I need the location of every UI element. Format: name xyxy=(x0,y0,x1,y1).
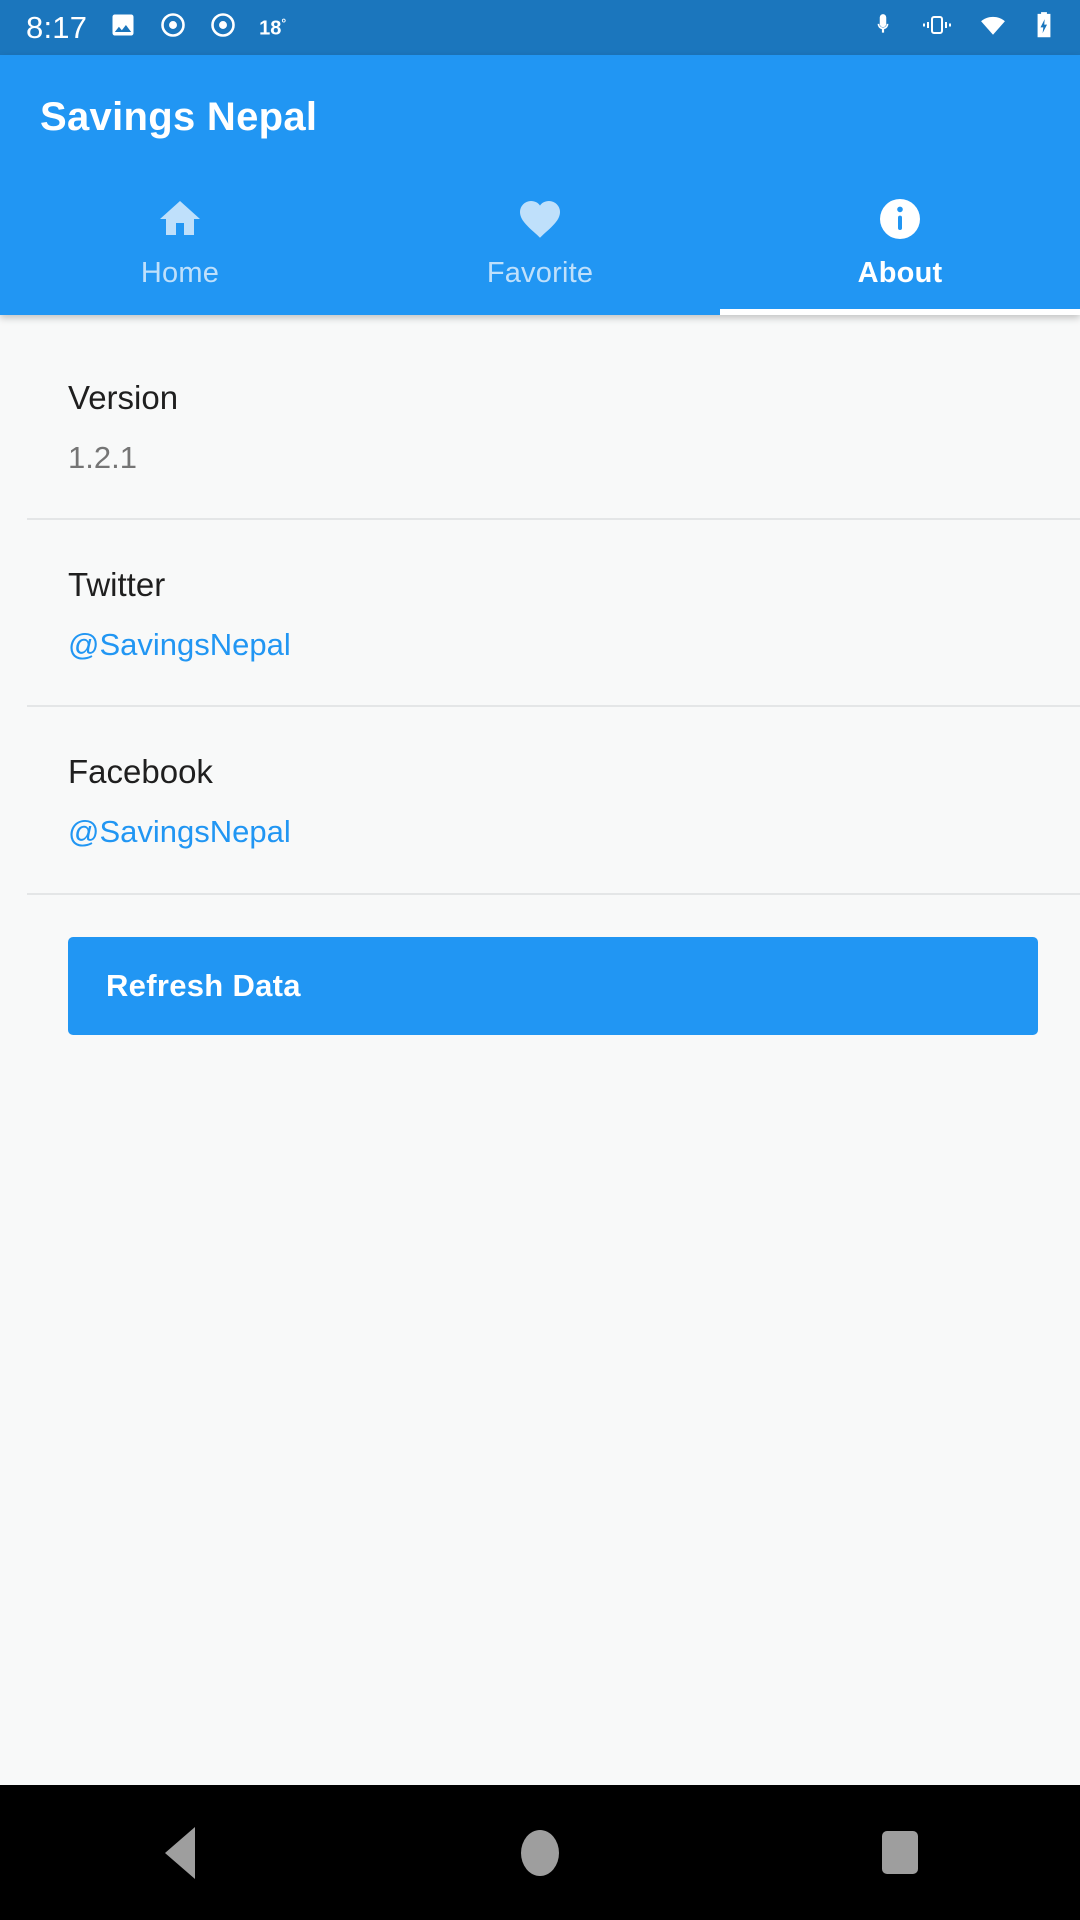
vibrate-icon xyxy=(922,12,952,43)
battery-charging-icon xyxy=(1034,11,1054,44)
app-bar: Savings Nepal Home Favorite About xyxy=(0,55,1080,315)
temperature-value: 18 xyxy=(259,17,282,40)
tab-label-about: About xyxy=(857,257,943,289)
system-navigation-bar xyxy=(0,1785,1080,1920)
heart-icon xyxy=(516,195,564,243)
home-circle-icon xyxy=(521,1829,559,1876)
list-item-title: Facebook xyxy=(68,753,213,791)
tab-bar: Home Favorite About xyxy=(0,170,1080,315)
nav-home-button[interactable] xyxy=(450,1785,630,1920)
status-clock: 8:17 xyxy=(26,10,88,45)
twitter-handle-link[interactable]: @SavingsNepal xyxy=(68,625,1080,665)
image-icon xyxy=(109,11,137,44)
tab-favorite[interactable]: Favorite xyxy=(360,170,720,315)
nav-back-button[interactable] xyxy=(90,1785,270,1920)
list-item-version[interactable]: Version 1.2.1 xyxy=(0,333,1080,518)
recents-square-icon xyxy=(882,1831,918,1874)
record-circle-icon xyxy=(159,11,187,44)
nav-recents-button[interactable] xyxy=(810,1785,990,1920)
status-bar: 8:17 18° xyxy=(0,0,1080,55)
wifi-icon xyxy=(978,12,1008,43)
back-triangle-icon xyxy=(165,1826,195,1879)
list-item-title: Twitter xyxy=(68,566,166,604)
microphone-icon xyxy=(870,12,896,43)
degree-symbol: ° xyxy=(281,15,287,30)
phone-screen: 8:17 18° Savings Nepal Home Favorite Abo… xyxy=(0,0,1080,1920)
refresh-data-button[interactable]: Refresh Data xyxy=(68,936,1038,1035)
list-item-value: 1.2.1 xyxy=(68,439,137,475)
list-item-facebook[interactable]: Facebook @SavingsNepal xyxy=(0,707,1080,892)
tab-indicator xyxy=(720,309,1080,315)
temperature-indicator: 18° xyxy=(259,17,286,39)
tab-home[interactable]: Home xyxy=(0,170,360,315)
status-bar-right xyxy=(870,11,1054,44)
home-icon xyxy=(156,195,204,243)
facebook-handle-link[interactable]: @SavingsNepal xyxy=(68,812,1080,852)
page-title: Savings Nepal xyxy=(40,95,318,139)
status-bar-left: 8:17 18° xyxy=(26,11,286,44)
info-circle-icon xyxy=(876,195,924,243)
tab-label-favorite: Favorite xyxy=(486,257,594,289)
tab-label-home: Home xyxy=(140,257,220,289)
list-item-twitter[interactable]: Twitter @SavingsNepal xyxy=(0,520,1080,705)
list-item-title: Version xyxy=(68,379,179,416)
record-circle-icon xyxy=(209,11,237,44)
about-content: Version 1.2.1 Twitter @SavingsNepal Face… xyxy=(0,315,1080,1785)
refresh-button-container: Refresh Data xyxy=(0,895,1080,1035)
tab-about[interactable]: About xyxy=(720,170,1080,315)
